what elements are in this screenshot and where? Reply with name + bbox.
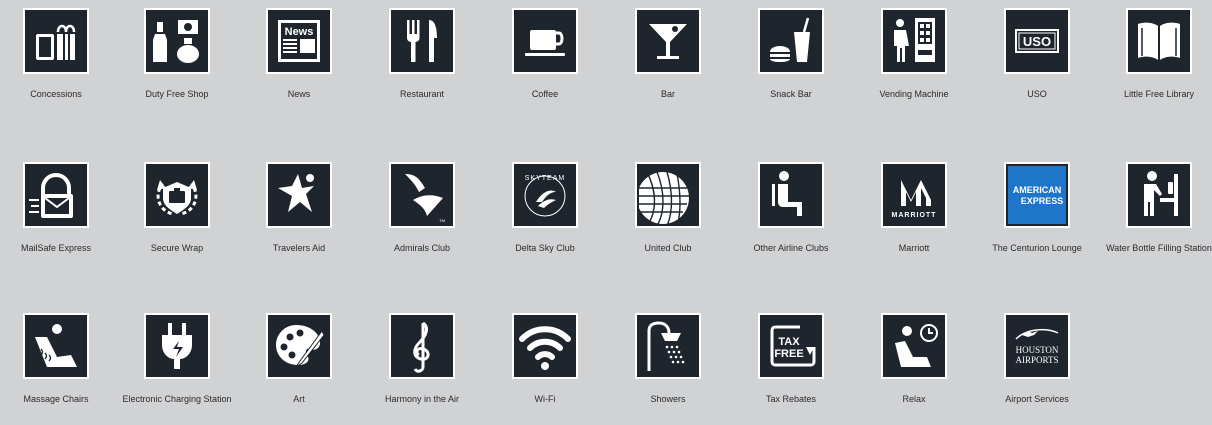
service-label: MailSafe Express xyxy=(20,243,92,253)
relax-icon xyxy=(881,313,947,379)
service-item[interactable]: Massage Chairs xyxy=(8,305,130,425)
service-item[interactable]: Electronic Charging Station xyxy=(122,305,251,425)
houston-airports-icon: HOUSTON AIRPORTS xyxy=(1004,313,1070,379)
service-label: USO xyxy=(1027,89,1047,99)
service-item[interactable]: Art xyxy=(251,305,373,425)
harmony-in-the-air-icon xyxy=(389,313,455,379)
svg-text:SKYTEAM: SKYTEAM xyxy=(525,175,565,182)
service-item[interactable]: News News xyxy=(251,0,373,120)
service-item[interactable]: Concessions xyxy=(8,0,130,120)
svg-text:HOUSTON: HOUSTON xyxy=(1016,345,1059,355)
service-item[interactable]: United Club xyxy=(620,154,742,274)
service-item[interactable]: Travelers Aid xyxy=(251,154,373,274)
service-label: News xyxy=(287,89,311,99)
service-item[interactable]: HOUSTON AIRPORTS Airport Services xyxy=(989,305,1111,425)
service-label: Little Free Library xyxy=(1123,89,1195,99)
service-item[interactable]: Harmony in the Air xyxy=(374,305,496,425)
service-label: Concessions xyxy=(30,89,82,99)
service-label: United Club xyxy=(644,243,692,253)
news-icon: News xyxy=(266,8,332,74)
svg-text:MARRIOTT: MARRIOTT xyxy=(892,212,937,219)
travelers-aid-icon xyxy=(266,162,332,228)
service-item[interactable]: AMERICAN EXPRESS The Centurion Lounge xyxy=(989,154,1111,274)
service-label: Water Bottle Filling Station xyxy=(1106,243,1212,253)
wifi-icon xyxy=(512,313,578,379)
delta-sky-club-icon: SKYTEAM xyxy=(512,162,578,228)
admirals-club-icon: TM xyxy=(389,162,455,228)
electronic-charging-station-icon xyxy=(144,313,210,379)
service-label: Massage Chairs xyxy=(23,394,89,404)
svg-text:AMERICAN: AMERICAN xyxy=(1013,185,1062,195)
coffee-icon xyxy=(512,8,578,74)
showers-icon xyxy=(635,313,701,379)
service-item[interactable]: MARRIOTT Marriott xyxy=(866,154,988,274)
service-item[interactable]: Bar xyxy=(620,0,742,120)
service-item[interactable]: Secure Wrap xyxy=(129,154,251,274)
united-club-icon xyxy=(635,162,701,228)
service-label: Showers xyxy=(650,394,686,404)
service-label: Delta Sky Club xyxy=(515,243,575,253)
service-item[interactable]: Restaurant xyxy=(374,0,496,120)
service-item[interactable]: Little Free Library xyxy=(1111,0,1212,120)
secure-wrap-icon xyxy=(144,162,210,228)
service-label: The Centurion Lounge xyxy=(992,243,1082,253)
service-item[interactable]: Vending Machine xyxy=(866,0,988,120)
art-icon xyxy=(266,313,332,379)
service-label: Art xyxy=(293,394,305,404)
service-label: Bar xyxy=(660,89,675,99)
service-item[interactable]: Water Bottle Filling Station xyxy=(1106,154,1212,274)
service-label: Harmony in the Air xyxy=(384,394,460,404)
service-label: Relax xyxy=(902,394,926,404)
svg-text:EXPRESS: EXPRESS xyxy=(1021,196,1064,206)
marriott-icon: MARRIOTT xyxy=(881,162,947,228)
svg-text:FREE: FREE xyxy=(774,348,803,360)
service-item[interactable]: USO USO xyxy=(989,0,1111,120)
svg-text:AIRPORTS: AIRPORTS xyxy=(1016,355,1059,365)
service-item[interactable]: Coffee xyxy=(497,0,619,120)
service-label: Tax Rebates xyxy=(765,394,817,404)
service-label: Airport Services xyxy=(1005,394,1069,404)
service-label: Travelers Aid xyxy=(272,243,326,253)
service-item[interactable]: TAX FREE Tax Rebates xyxy=(743,305,865,425)
bar-icon xyxy=(635,8,701,74)
service-label: Vending Machine xyxy=(879,89,949,99)
service-item[interactable]: SKYTEAM Delta Sky Club xyxy=(497,154,619,274)
service-label: Other Airline Clubs xyxy=(753,243,829,253)
service-label: Wi-Fi xyxy=(534,394,556,404)
massage-chairs-icon xyxy=(23,313,89,379)
vending-machine-icon xyxy=(881,8,947,74)
service-item[interactable]: Relax xyxy=(866,305,988,425)
water-bottle-filling-station-icon xyxy=(1126,162,1192,228)
other-airline-clubs-icon xyxy=(758,162,824,228)
service-label: Restaurant xyxy=(399,89,445,99)
svg-text:TM: TM xyxy=(439,218,445,223)
service-label: Duty Free Shop xyxy=(145,89,209,99)
snack-bar-icon xyxy=(758,8,824,74)
service-label: Secure Wrap xyxy=(150,243,204,253)
service-item[interactable]: Duty Free Shop xyxy=(129,0,251,120)
service-label: Electronic Charging Station xyxy=(122,394,232,404)
svg-text:TAX: TAX xyxy=(778,336,800,348)
duty-free-shop-icon xyxy=(144,8,210,74)
service-label: Admirals Club xyxy=(393,243,451,253)
little-free-library-icon xyxy=(1126,8,1192,74)
service-item[interactable]: TM Admirals Club xyxy=(374,154,496,274)
service-item[interactable]: MailSafe Express xyxy=(8,154,130,274)
service-item[interactable]: Showers xyxy=(620,305,742,425)
svg-text:USO: USO xyxy=(1023,34,1051,49)
uso-icon: USO xyxy=(1004,8,1070,74)
american-express-icon: AMERICAN EXPRESS xyxy=(1004,162,1070,228)
service-label: Snack Bar xyxy=(770,89,812,99)
svg-text:News: News xyxy=(285,26,314,38)
service-label: Coffee xyxy=(531,89,559,99)
mailsafe-express-icon xyxy=(23,162,89,228)
icon-grid: Concessions Duty Free Shop News News Res… xyxy=(0,0,1212,418)
service-item[interactable]: Wi-Fi xyxy=(497,305,619,425)
service-label: Marriott xyxy=(898,243,930,253)
service-item[interactable]: Snack Bar xyxy=(743,0,865,120)
tax-rebates-icon: TAX FREE xyxy=(758,313,824,379)
concessions-icon xyxy=(23,8,89,74)
service-item[interactable]: Other Airline Clubs xyxy=(743,154,865,274)
restaurant-icon xyxy=(389,8,455,74)
